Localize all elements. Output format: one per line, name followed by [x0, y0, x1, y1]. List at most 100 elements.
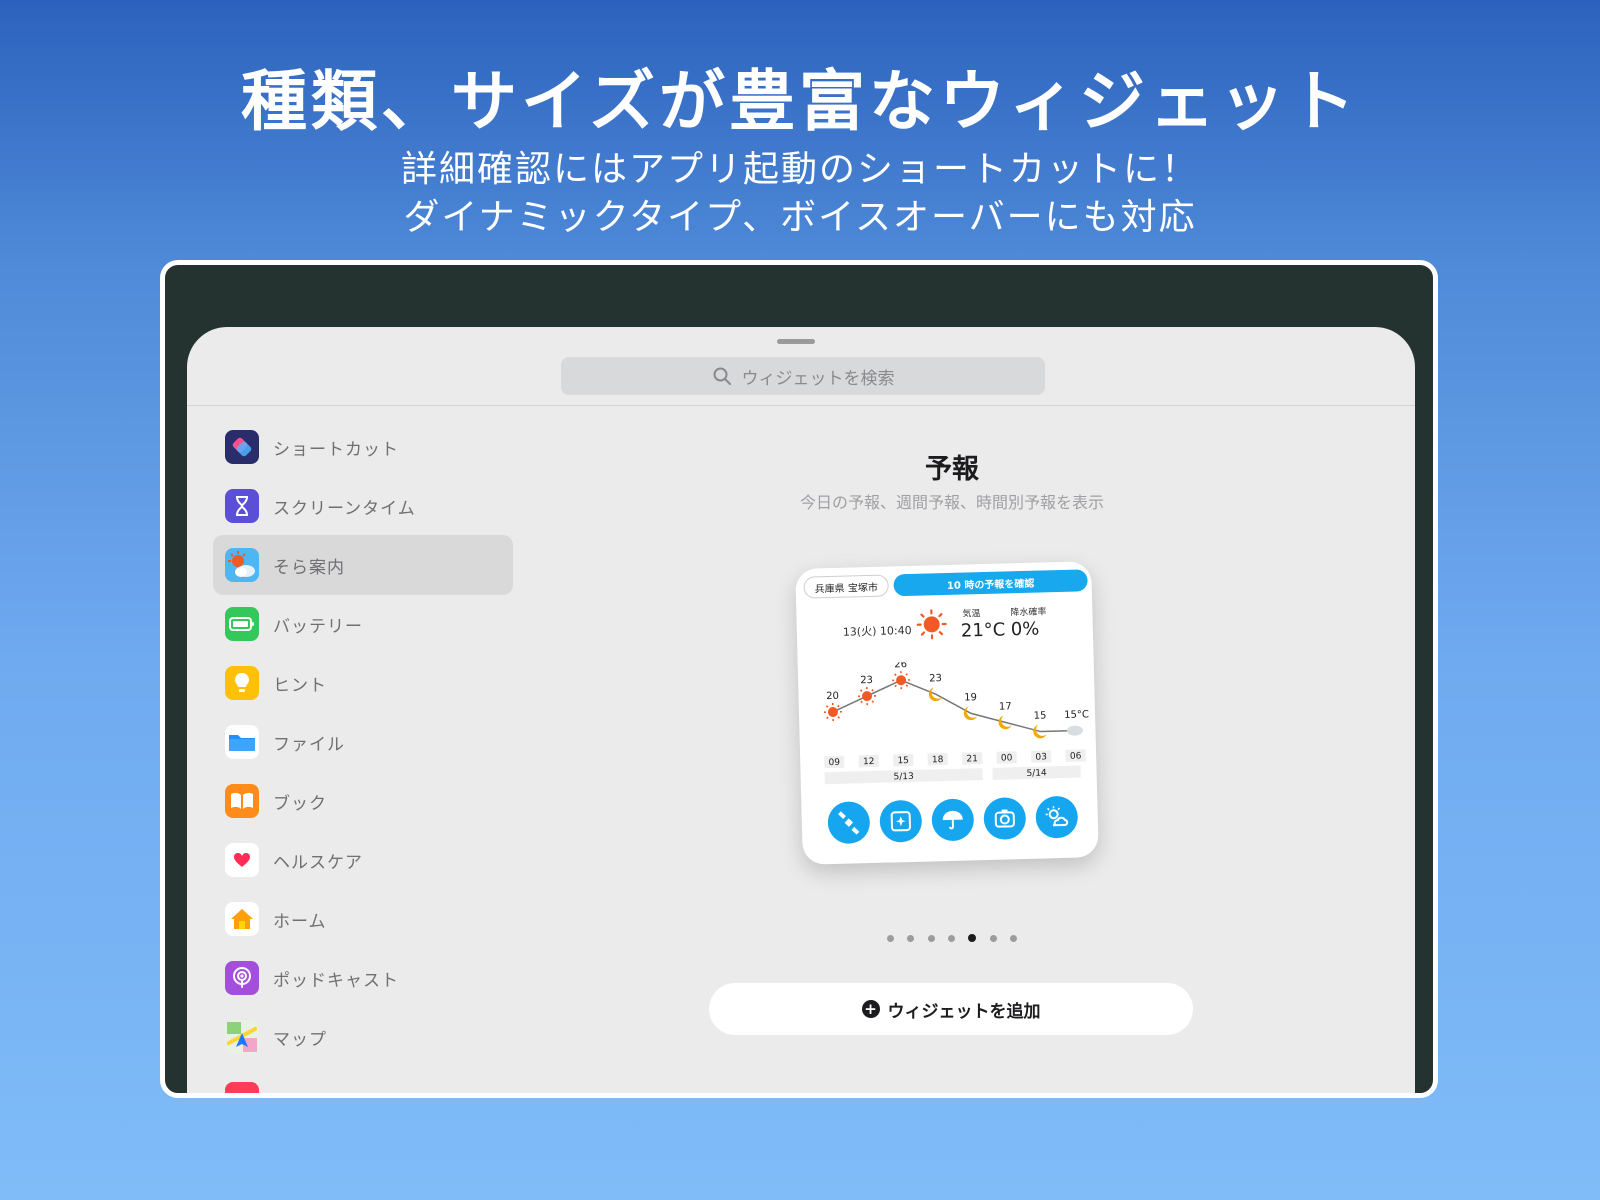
temperature-label: 15	[1034, 710, 1047, 721]
widget-gallery-sheet: ウィジェットを検索 ショートカット スクリーンタイム そら案内 バッテリー ヒン…	[187, 327, 1415, 1093]
lightbulb-icon	[225, 666, 259, 700]
page-dot[interactable]	[1009, 934, 1017, 942]
plus-circle-icon: +	[861, 1000, 880, 1018]
widget-title: 予報	[925, 454, 979, 485]
sun-ray	[837, 716, 841, 719]
sun-marker	[896, 675, 907, 686]
music-icon	[225, 1082, 259, 1093]
sun-marker	[862, 691, 873, 702]
hour-label: 21	[966, 754, 978, 764]
sidebar-item-tips[interactable]: ヒント	[213, 653, 513, 713]
satellite-icon[interactable]	[827, 801, 871, 845]
sidebar-item-maps[interactable]: マップ	[213, 1007, 513, 1067]
umbrella-icon[interactable]	[931, 798, 975, 842]
hour-label: 00	[1001, 753, 1013, 763]
sun-ray	[860, 700, 863, 704]
hour-label: 12	[863, 757, 875, 767]
hour-label: 03	[1035, 752, 1047, 762]
battery-icon	[225, 607, 259, 641]
page-dot[interactable]	[887, 934, 894, 942]
rain-probability-label: 降水確率	[1010, 607, 1047, 619]
sun-ray	[871, 700, 875, 703]
device-frame: ウィジェットを検索 ショートカット スクリーンタイム そら案内 バッテリー ヒン…	[160, 260, 1438, 1098]
radar-map-icon[interactable]	[879, 799, 923, 843]
add-widget-label: ウィジェットを追加	[887, 1001, 1041, 1022]
widget-shortcut-row	[827, 795, 1079, 847]
sidebar-item-label: バッテリー	[273, 616, 363, 637]
search-field[interactable]: ウィジェットを検索	[561, 357, 1045, 395]
sun-ray	[826, 716, 829, 720]
sun-marker	[827, 706, 838, 717]
sidebar-item-label: ヒント	[273, 675, 327, 696]
sidebar-item-label: マップ	[273, 1029, 327, 1050]
add-widget-button[interactable]: + ウィジェットを追加	[709, 983, 1193, 1035]
shortcuts-icon	[225, 430, 259, 464]
podcast-icon	[225, 961, 259, 995]
sidebar-item-label: ヘルスケア	[273, 852, 363, 873]
date-label: 5/14	[1026, 768, 1047, 779]
sidebar-item-next[interactable]	[213, 1069, 513, 1093]
sidebar-item-shortcuts[interactable]: ショートカット	[213, 417, 513, 477]
sidebar-item-books[interactable]: ブック	[213, 771, 513, 831]
search-icon	[713, 367, 731, 385]
sidebar-item-podcasts[interactable]: ポッドキャスト	[213, 948, 513, 1008]
rain-probability-value: 0%	[1010, 618, 1040, 641]
folder-icon	[225, 725, 259, 759]
page-indicator[interactable]	[887, 933, 1017, 943]
page-dot[interactable]	[907, 934, 915, 942]
sun-ray	[894, 673, 897, 676]
sidebar-item-label: ファイル	[273, 734, 345, 755]
temperature-label: 15°C	[1064, 709, 1089, 721]
sun-cloud-icon[interactable]	[1035, 795, 1079, 839]
sun-icon	[916, 609, 947, 640]
heart-icon	[225, 843, 259, 877]
hourly-temperature-chart: 20 09 23 12 26 15 23 18 19 21 17 00 15 03 15°C 06 5/13 5/…	[823, 659, 1089, 785]
date-label: 5/13	[893, 772, 913, 783]
temperature-label: 23	[929, 673, 942, 684]
forecast-check-button[interactable]: 10 時の予報を確認	[893, 569, 1088, 597]
camera-icon[interactable]	[983, 796, 1027, 841]
page-dot[interactable]	[989, 934, 997, 942]
temperature-label: 20	[826, 691, 839, 702]
sun-ray	[871, 689, 874, 692]
promo-headline: 種類、サイズが豊富なウィジェット	[240, 63, 1360, 140]
sun-ray	[905, 684, 909, 687]
sun-ray	[825, 705, 829, 708]
sidebar-item-sora-annai[interactable]: そら案内	[213, 535, 513, 595]
location-chip: 兵庫県 宝塚市	[803, 574, 890, 599]
page-dot[interactable]	[968, 934, 977, 942]
sidebar-item-health[interactable]: ヘルスケア	[213, 830, 513, 890]
temperature-label: 19	[964, 692, 977, 703]
sidebar-item-home[interactable]: ホーム	[213, 889, 513, 949]
book-icon	[225, 784, 259, 818]
forecast-widget-preview[interactable]: 兵庫県 宝塚市 10 時の予報を確認 13(火) 10:40 気温 21°C 降…	[795, 561, 1099, 865]
sidebar-item-label: ホーム	[273, 911, 327, 932]
sidebar-item-label: ポッドキャスト	[273, 970, 399, 991]
page-dot[interactable]	[927, 934, 935, 942]
promo-subline-1: 詳細確認にはアプリ起動のショートカットに！	[400, 149, 1199, 190]
hour-label: 09	[828, 758, 840, 768]
temperature-label: 17	[999, 701, 1012, 712]
search-placeholder: ウィジェットを検索	[741, 368, 895, 389]
hour-label: 18	[932, 755, 944, 765]
maps-icon	[225, 1020, 259, 1054]
weather-app-icon	[225, 548, 259, 582]
sidebar-item-battery[interactable]: バッテリー	[213, 594, 513, 654]
current-datetime: 13(火) 10:40	[842, 623, 912, 639]
hour-label: 15	[897, 756, 909, 766]
sidebar-item-label: スクリーンタイム	[273, 498, 416, 519]
sidebar-item-screen-time[interactable]: スクリーンタイム	[213, 476, 513, 536]
temperature-label: 23	[860, 675, 873, 686]
sidebar-item-label: そら案内	[273, 557, 345, 578]
hour-label: 06	[1070, 751, 1082, 761]
sheet-grabber[interactable]	[777, 339, 815, 344]
sheet-divider	[187, 405, 1415, 406]
sidebar-item-files[interactable]: ファイル	[213, 712, 513, 772]
home-icon	[225, 902, 259, 936]
page-dot[interactable]	[947, 934, 955, 942]
temperature-value: 21°C	[960, 619, 1006, 642]
sun-ray	[894, 684, 897, 688]
cloud-marker	[1067, 725, 1084, 736]
sun-ray	[905, 673, 908, 676]
sidebar-item-label: ブック	[273, 793, 327, 814]
